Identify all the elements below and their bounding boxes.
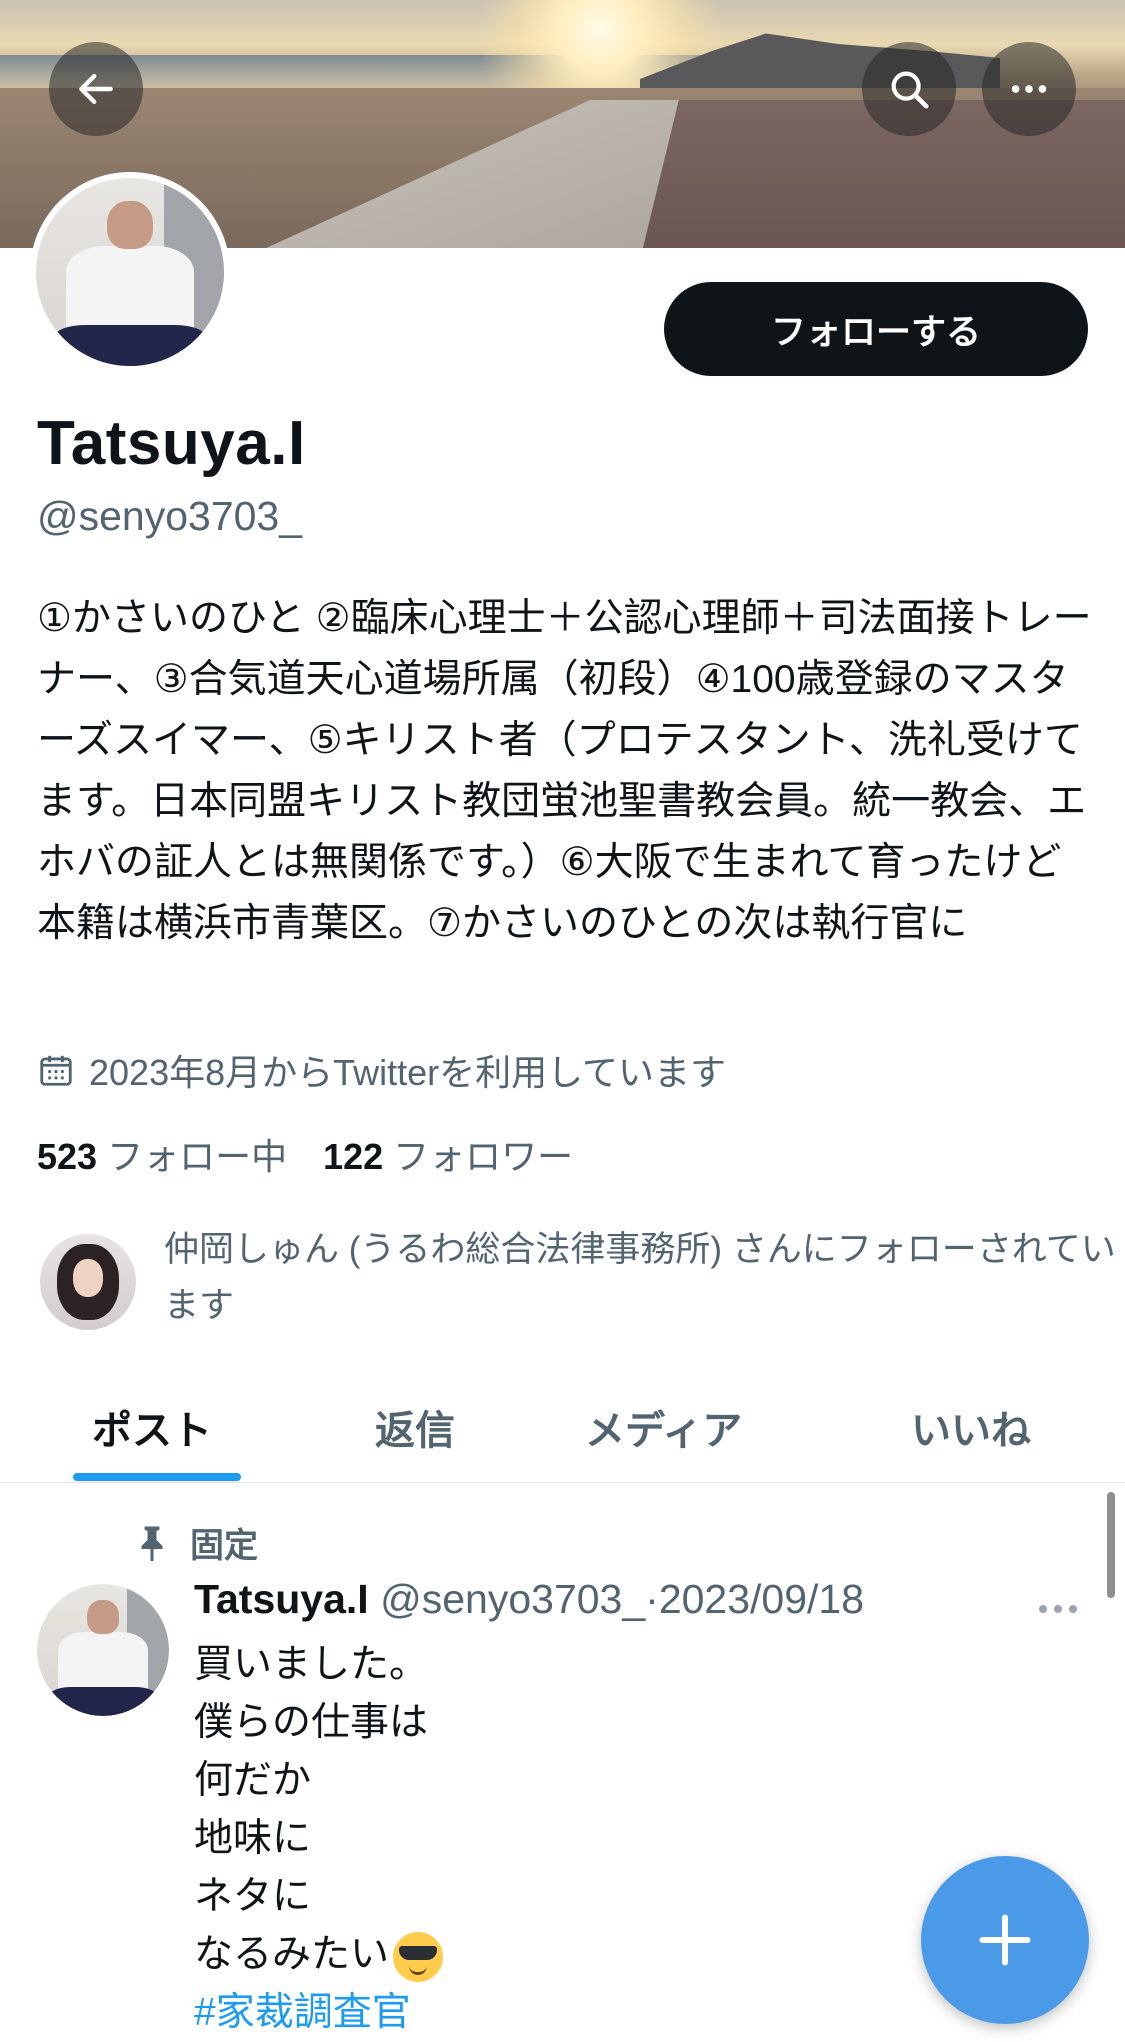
post-author-handle[interactable]: @senyo3703_	[380, 1576, 645, 1622]
tab-replies[interactable]: 返信	[375, 1372, 455, 1482]
scrollbar[interactable]	[1107, 1492, 1115, 1598]
compose-button[interactable]	[921, 1856, 1089, 2024]
tab-posts[interactable]: ポスト	[92, 1372, 212, 1482]
more-icon	[1011, 85, 1047, 93]
following-count: 523	[37, 1136, 98, 1177]
post-line: 僕らの仕事は	[194, 1701, 429, 1744]
profile-handle: @senyo3703_	[37, 493, 303, 539]
profile-bio: ①かさいのひと ②臨床心理士＋公認心理師＋司法面接トレーナー、③合気道天心道場所…	[37, 597, 1092, 945]
post-more-button[interactable]	[1036, 1584, 1080, 1629]
active-tab-indicator	[73, 1473, 241, 1481]
search-icon	[891, 71, 929, 109]
joined-text: 2023年8月からTwitterを利用しています	[89, 1052, 727, 1093]
followers-link[interactable]: 122 フォロワー	[323, 1128, 573, 1180]
post-line: 地味に	[194, 1817, 312, 1860]
calendar-icon	[40, 1055, 72, 1086]
post-author-name[interactable]: Tatsuya.I	[194, 1576, 369, 1622]
post-avatar-photo	[37, 1584, 169, 1716]
profile-name: Tatsuya.I	[37, 409, 306, 478]
followed-by-text: 仲岡しゅん (うるわ総合法律事務所) さんにフォローされています	[164, 1230, 1116, 1325]
profile-avatar[interactable]	[30, 172, 230, 372]
post-line: なるみたい	[194, 1933, 390, 1976]
pinned-text: 固定	[190, 1527, 258, 1565]
avatar-photo	[36, 178, 224, 366]
post-more-icon	[1039, 1605, 1077, 1613]
pin-icon	[141, 1526, 163, 1561]
pinned-label: 固定	[134, 1518, 258, 1567]
following-label: フォロー中	[107, 1136, 288, 1177]
followers-label: フォロワー	[393, 1136, 574, 1177]
tab-media[interactable]: メディア	[585, 1372, 742, 1482]
back-button[interactable]	[49, 42, 143, 136]
post-line: 何だか	[194, 1759, 312, 1802]
post-line: ネタに	[194, 1875, 312, 1918]
post-date[interactable]: 2023/09/18	[659, 1576, 864, 1622]
follower-avatar	[40, 1234, 136, 1330]
more-button[interactable]	[982, 42, 1076, 136]
plus-icon	[979, 1914, 1031, 1966]
post-text: 買いました。 僕らの仕事は 何だか 地味に ネタに なるみたい #家裁調査官	[194, 1636, 444, 2042]
followed-by[interactable]: 仲岡しゅん (うるわ総合法律事務所) さんにフォローされています	[40, 1222, 1116, 1332]
post-author-avatar[interactable]	[37, 1584, 169, 1716]
sunglasses-emoji-icon	[393, 1931, 444, 1982]
follow-button[interactable]: フォローする	[664, 282, 1088, 376]
post-line: 買いました。	[194, 1643, 429, 1686]
following-link[interactable]: 523 フォロー中	[37, 1128, 287, 1180]
tab-likes[interactable]: いいね	[911, 1372, 1031, 1482]
search-button[interactable]	[862, 42, 956, 136]
post-line-with-emoji: なるみたい	[194, 1926, 444, 1984]
post-hashtag[interactable]: #家裁調査官	[194, 1984, 443, 2042]
joined-date: 2023年8月からTwitterを利用しています	[37, 1044, 726, 1096]
post-header: Tatsuya.I @senyo3703_·2023/09/18	[194, 1576, 864, 1623]
followers-count: 122	[323, 1136, 384, 1177]
post-separator: ·	[645, 1576, 659, 1622]
back-arrow-icon	[79, 73, 113, 105]
profile-tabs: ポスト 返信 メディア いいね	[0, 1372, 1125, 1483]
follow-stats: 523 フォロー中 122 フォロワー	[37, 1128, 573, 1180]
